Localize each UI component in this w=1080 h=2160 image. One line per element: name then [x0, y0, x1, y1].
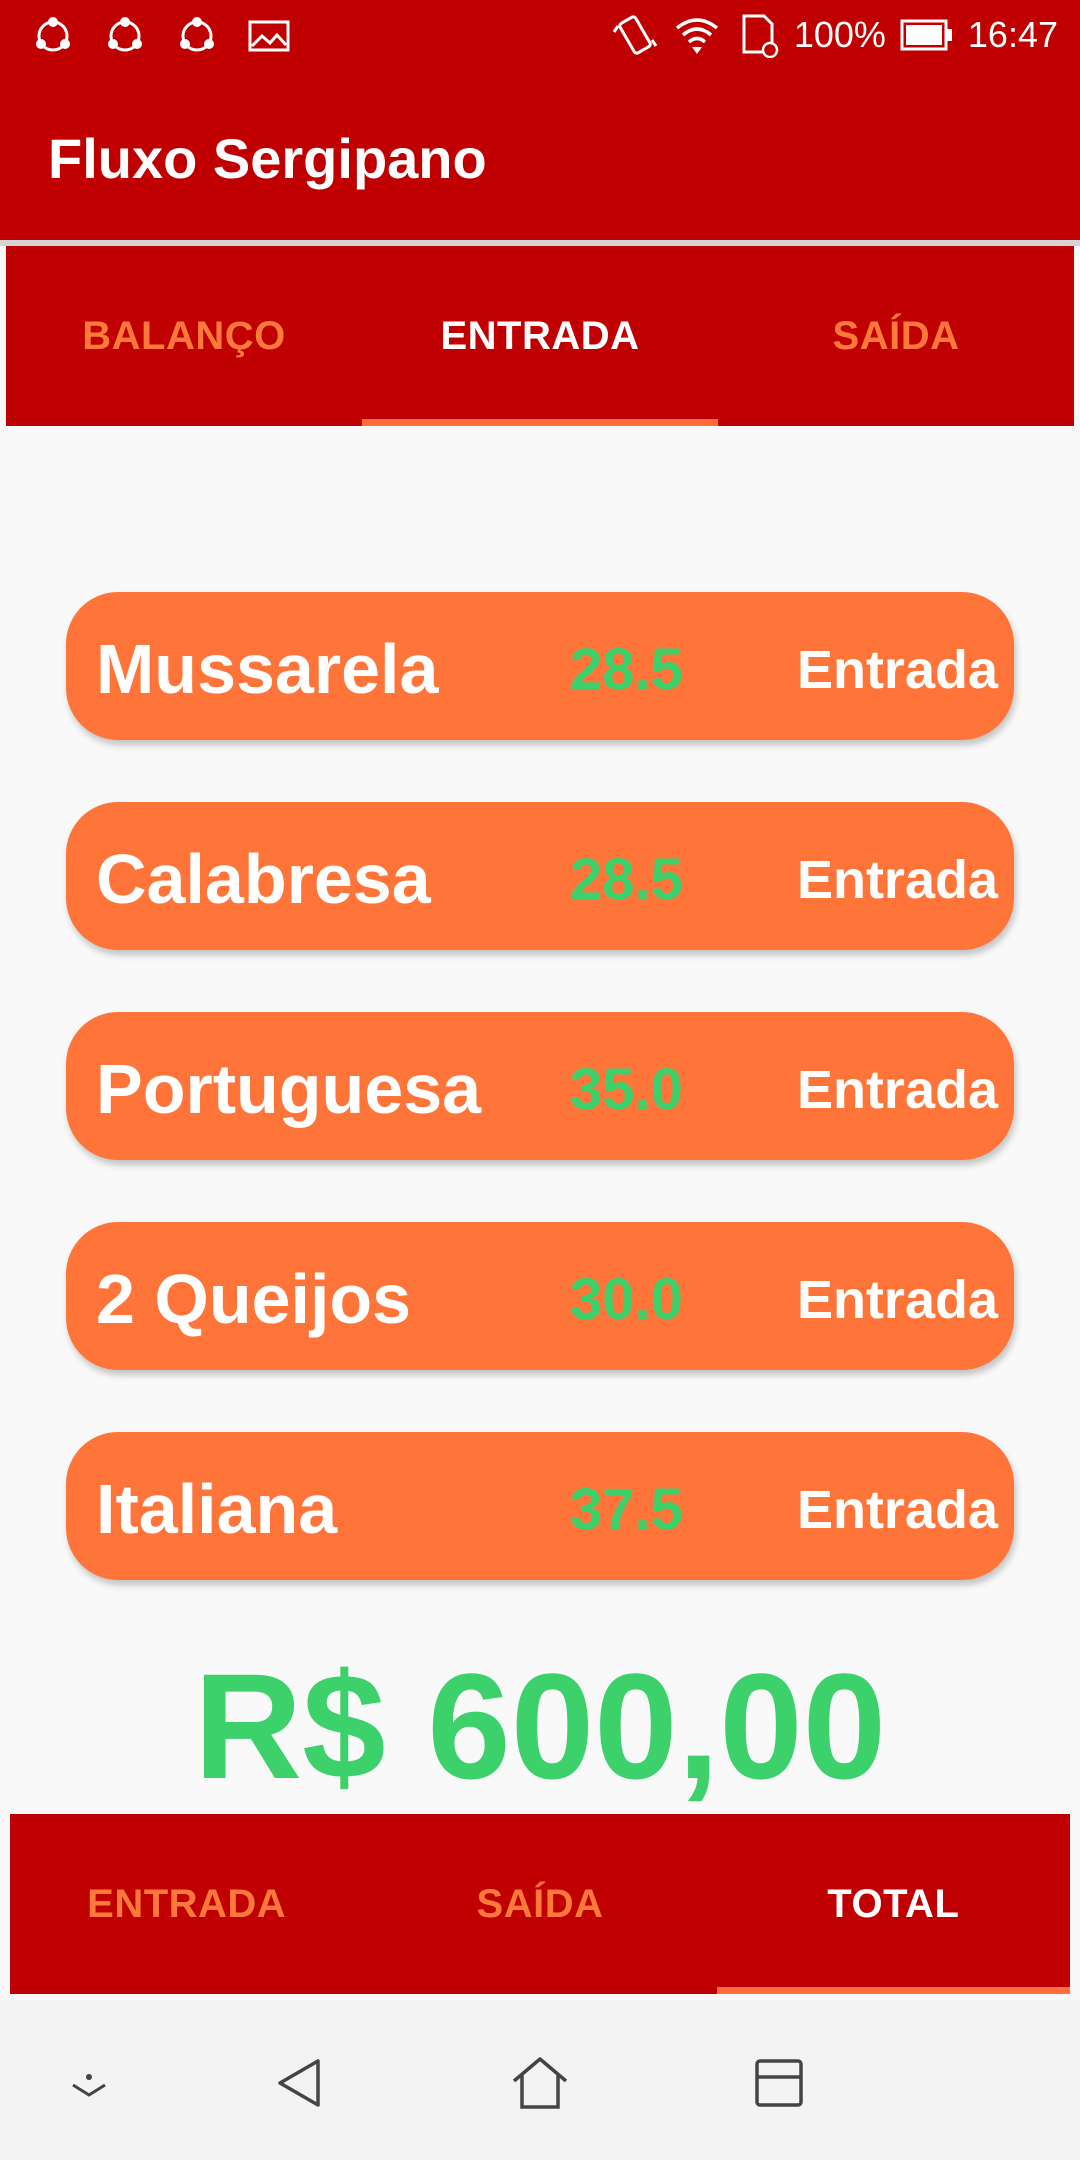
item-name: Italiana	[96, 1470, 338, 1548]
list-item[interactable]: Calabresa 28.5 Entrada	[66, 802, 1014, 950]
bottom-tab-bar: ENTRADA SAÍDA TOTAL	[10, 1814, 1071, 1994]
clock: 16:47	[967, 14, 1058, 55]
total-amount: R$ 600,00	[193, 1642, 887, 1810]
share-icon	[180, 17, 214, 52]
item-name: Mussarela	[96, 630, 439, 708]
list-item[interactable]: Italiana 37.5 Entrada	[66, 1432, 1014, 1580]
item-type: Entrada	[796, 1060, 998, 1120]
back-icon[interactable]	[265, 2048, 335, 2118]
app-title: Fluxo Sergipano	[48, 127, 487, 190]
share-icon	[36, 17, 70, 52]
collapse-icon[interactable]	[54, 2048, 124, 2118]
status-bar: 100% 16:47	[0, 0, 1080, 72]
item-name: Calabresa	[96, 840, 431, 918]
item-value: 37.5	[570, 1477, 683, 1542]
battery-percent: 100%	[793, 14, 886, 55]
tab-entrada[interactable]: ENTRADA	[362, 246, 718, 426]
item-value: 28.5	[570, 847, 683, 912]
item-name: 2 Queijos	[96, 1260, 412, 1338]
list-item[interactable]: Mussarela 28.5 Entrada	[66, 592, 1014, 740]
app-bar: Fluxo Sergipano	[0, 72, 1080, 240]
tab-saida[interactable]: SAÍDA	[718, 246, 1074, 426]
item-value: 30.0	[570, 1267, 683, 1332]
image-icon	[248, 20, 290, 52]
item-value: 28.5	[570, 637, 683, 702]
entry-list: Mussarela 28.5 Entrada Calabresa 28.5 En…	[66, 592, 1014, 1642]
list-item[interactable]: 2 Queijos 30.0 Entrada	[66, 1222, 1014, 1370]
home-icon[interactable]	[505, 2048, 575, 2118]
sd-card-icon	[742, 14, 779, 58]
battery-icon	[900, 19, 952, 51]
bottom-tab-entrada[interactable]: ENTRADA	[10, 1814, 363, 1994]
item-type: Entrada	[796, 640, 998, 700]
wifi-icon	[675, 18, 718, 54]
recents-icon[interactable]	[744, 2048, 814, 2118]
list-item[interactable]: Portuguesa 35.0 Entrada	[66, 1012, 1014, 1160]
share-icon	[108, 17, 142, 52]
tab-balanco[interactable]: BALANÇO	[6, 246, 362, 426]
screen: 100% 16:47 Fluxo Sergipano BALANÇO ENTRA…	[0, 0, 1080, 2160]
item-name: Portuguesa	[96, 1050, 482, 1128]
bottom-tab-saida[interactable]: SAÍDA	[363, 1814, 716, 1994]
item-type: Entrada	[796, 1480, 998, 1540]
item-type: Entrada	[796, 1270, 998, 1330]
item-type: Entrada	[796, 850, 998, 910]
system-nav-bar	[0, 2000, 1080, 2160]
item-value: 35.0	[570, 1057, 683, 1122]
vibrate-icon	[612, 15, 658, 55]
top-tab-bar: BALANÇO ENTRADA SAÍDA	[6, 246, 1074, 426]
bottom-tab-total[interactable]: TOTAL	[716, 1814, 1071, 1994]
